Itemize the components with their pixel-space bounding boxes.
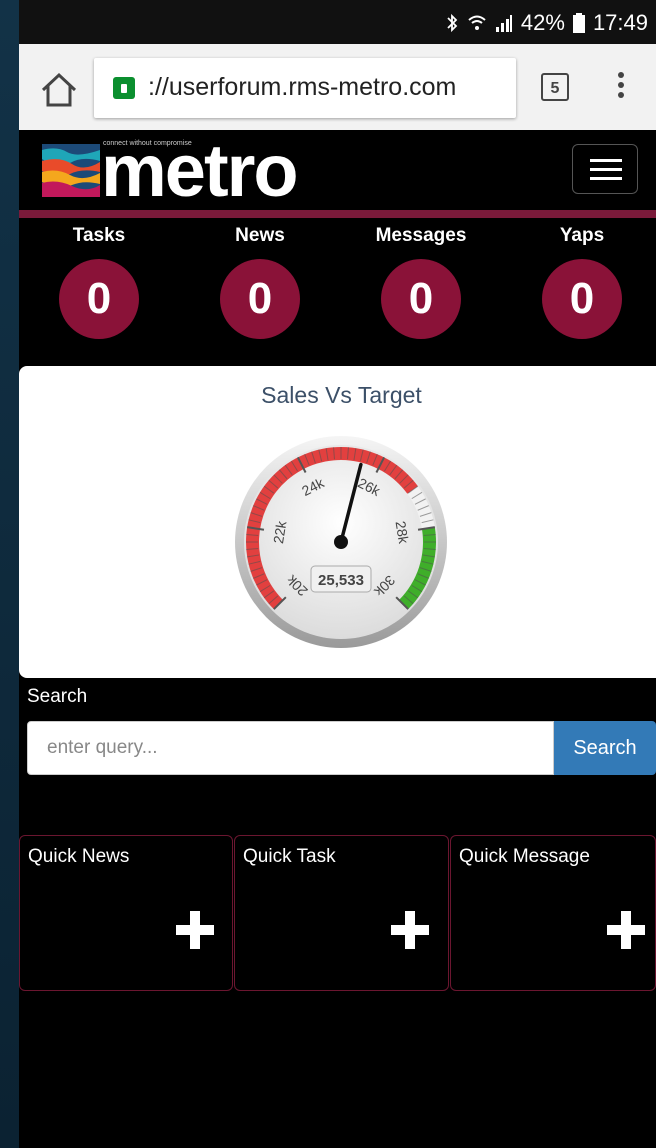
search-input[interactable] [27,721,554,775]
quick-message-card[interactable]: Quick Message [450,835,656,991]
signal-icon [495,15,512,32]
bluetooth-icon [447,13,458,33]
counter-badge: 0 [381,259,461,339]
tab-switcher-button[interactable]: 5 [541,73,569,101]
quick-card-label: Quick Message [459,846,590,867]
counter-label: Messages [375,225,467,246]
counter-badge: 0 [59,259,139,339]
menu-dots-icon[interactable] [616,72,626,106]
sales-gauge-card: Sales Vs Target 20k 22k 24k 26k 28k 30k 25,53… [19,366,656,678]
counter-badge: 0 [220,259,300,339]
url-text: ://userforum.rms-metro.com [148,73,457,101]
battery-percent: 42% [520,10,565,35]
hamburger-menu-icon[interactable] [572,144,638,194]
counter-label: Yaps [559,225,605,246]
counter-news[interactable]: News 0 [180,218,340,339]
home-icon[interactable] [39,70,79,110]
gauge-hub [334,535,348,549]
app-header: connect without compromise metro [19,130,656,210]
quick-news-card[interactable]: Quick News [19,835,233,991]
counter-row: Tasks 0 News 0 Messages 0 Yaps 0 [19,218,656,366]
counter-tasks[interactable]: Tasks 0 [19,218,179,339]
background-left [0,0,19,1148]
battery-icon [572,13,585,33]
search-bar: Search [27,721,656,775]
quick-task-card[interactable]: Quick Task [234,835,449,991]
browser-toolbar: ://userforum.rms-metro.com 5 [19,44,656,130]
counter-messages[interactable]: Messages 0 [341,218,501,339]
search-label: Search [27,686,88,707]
counter-yaps[interactable]: Yaps 0 [502,218,656,339]
counter-label: News [235,225,285,246]
logo-text: metro [101,129,299,212]
counter-label: Tasks [72,225,126,246]
quick-card-label: Quick News [28,846,130,867]
wifi-icon [468,15,486,30]
clock: 17:49 [592,10,648,35]
status-bar: 42% 17:49 [19,0,656,44]
quick-card-label: Quick Task [243,846,336,867]
gauge-title: Sales Vs Target [261,382,422,408]
lock-icon [113,77,135,99]
plus-icon[interactable] [391,911,429,949]
metro-logo-icon [42,144,100,197]
plus-icon[interactable] [607,911,645,949]
phone-screen: 42% 17:49 ://userforum.rms-metro.com 5 c… [19,0,656,1148]
counter-badge: 0 [542,259,622,339]
gauge-dial: 20k22k24k 26k28k30k 25,533 [235,436,447,648]
header-divider [19,210,656,218]
gauge-value-text: 25,533 [318,572,364,589]
search-button[interactable]: Search [554,721,656,775]
plus-icon[interactable] [176,911,214,949]
address-bar[interactable]: ://userforum.rms-metro.com [94,58,516,118]
